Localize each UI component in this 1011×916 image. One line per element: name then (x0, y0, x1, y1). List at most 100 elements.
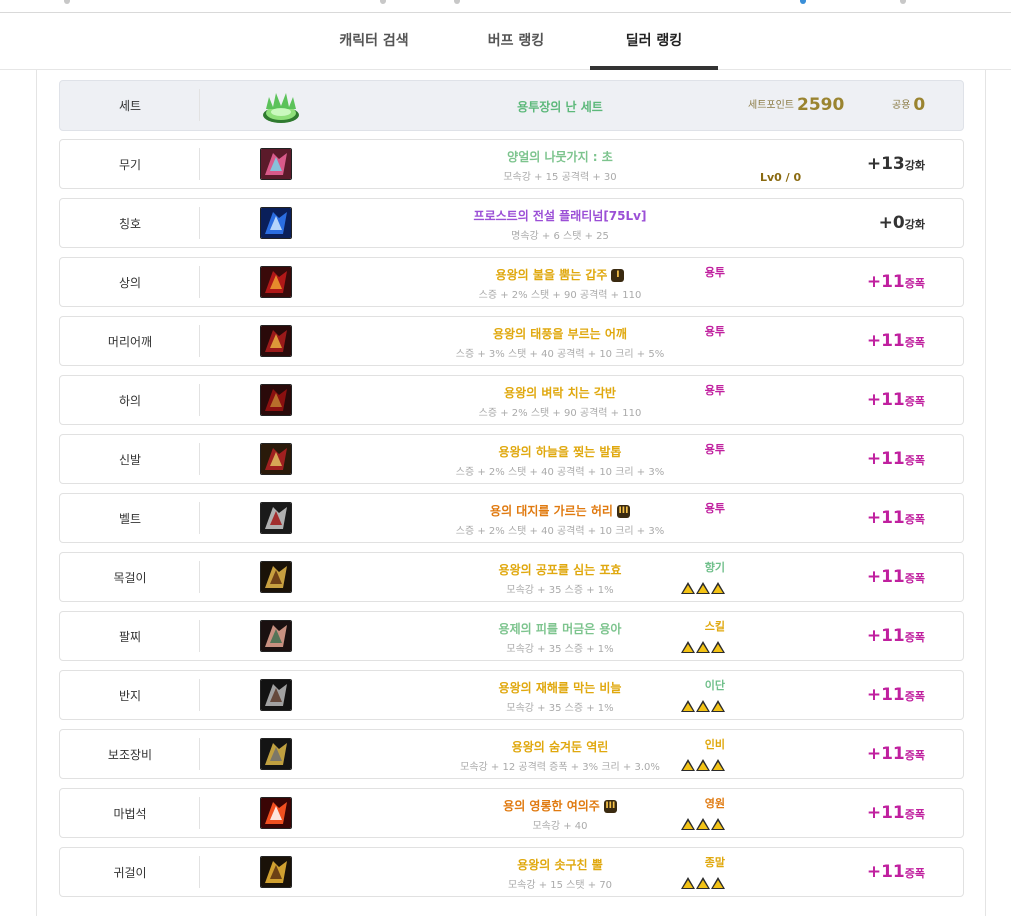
ring-icon[interactable] (260, 679, 292, 711)
item-name-text: 용의 영롱한 여의주 (503, 799, 600, 813)
item-stats: 모속강 + 15 스탯 + 70 (507, 880, 613, 891)
item-name[interactable]: 용의 영롱한 여의주 III (300, 797, 820, 814)
weapon-icon[interactable] (260, 148, 292, 180)
rarity-badge: I (611, 269, 625, 282)
bottom-armor-icon[interactable] (260, 384, 292, 416)
reinforce-level: +11증폭 (867, 331, 925, 351)
item-tag: 용투 (704, 266, 725, 279)
item-name-text: 용왕의 벼락 치는 각반 (504, 386, 616, 400)
reinforce-level: +13강화 (867, 154, 925, 174)
item-name-text: 용왕의 불을 뿜는 갑주 (495, 268, 608, 282)
divider (199, 620, 200, 652)
equipment-row[interactable]: 머리어깨 용왕의 태풍을 부르는 어깨 스증 + 3% 스탯 + 40 공격력 … (59, 316, 964, 366)
item-name[interactable]: 용왕의 벼락 치는 각반 (300, 384, 820, 401)
divider (199, 207, 200, 239)
bracelet-icon[interactable] (260, 620, 292, 652)
reinforce-level: +11증폭 (867, 744, 925, 764)
shoulder-armor-icon[interactable] (260, 325, 292, 357)
reinforce-value: +0 (878, 213, 905, 233)
warning-triangles-icon (681, 759, 725, 771)
weapon-level: Lv0 / 0 (760, 171, 802, 184)
equipment-row[interactable]: 마법석 용의 영롱한 여의주 III 모속강 + 40 영원 +11증폭 (59, 788, 964, 838)
reinforce-level: +11증폭 (867, 390, 925, 410)
common-point: 공용 0 (892, 95, 925, 115)
slot-label: 마법석 (113, 806, 147, 821)
slot-label: 신발 (118, 452, 142, 467)
item-name[interactable]: 용왕의 태풍을 부르는 어깨 (300, 325, 820, 342)
equipment-row[interactable]: 칭호 프로스트의 전설 플래티넘[75Lv] 명속강 + 6 스탯 + 25 +… (59, 198, 964, 248)
slot-label: 귀걸이 (113, 865, 147, 880)
divider (199, 738, 200, 770)
tab-character-search[interactable]: 캐릭터 검색 (318, 13, 430, 69)
item-name[interactable]: 프로스트의 전설 플래티넘[75Lv] (300, 207, 820, 224)
equipment-row[interactable]: 팔찌 용제의 피를 머금은 용아 모속강 + 35 스증 + 1% 스킬 +11… (59, 611, 964, 661)
reinforce-level: +11증폭 (867, 862, 925, 882)
reinforce-level: +11증폭 (867, 272, 925, 292)
shoes-icon[interactable] (260, 443, 292, 475)
reinforce-type: 강화 (904, 159, 925, 172)
tab-label: 캐릭터 검색 (339, 33, 409, 49)
header-fragment (380, 0, 386, 4)
item-stats: 모속강 + 35 스증 + 1% (506, 644, 614, 655)
reinforce-level: +11증폭 (867, 626, 925, 646)
top-armor-icon[interactable] (260, 266, 292, 298)
reinforce-value: +11 (866, 862, 905, 882)
magic-stone-icon[interactable] (260, 797, 292, 829)
tab-dealer-ranking[interactable]: 딜러 랭킹 (590, 13, 718, 70)
item-name[interactable]: 양얼의 나뭇가지 : 초 (300, 148, 820, 165)
reinforce-type: 증폭 (904, 808, 925, 821)
reinforce-value: +11 (866, 803, 905, 823)
item-name[interactable]: 용왕의 숨겨둔 역린 (300, 738, 820, 755)
equipment-row[interactable]: 무기 양얼의 나뭇가지 : 초 모속강 + 15 공격력 + 30 Lv0 / … (59, 139, 964, 189)
warning-triangles-icon (681, 700, 725, 712)
item-stats: 명속강 + 6 스탯 + 25 (511, 231, 609, 242)
belt-icon[interactable] (260, 502, 292, 534)
reinforce-value: +11 (866, 449, 905, 469)
item-stats: 모속강 + 12 공격력 증폭 + 3% 크리 + 3.0% (460, 762, 660, 773)
reinforce-level: +11증폭 (867, 685, 925, 705)
equipment-row[interactable]: 신발 용왕의 하늘을 찢는 발톱 스증 + 2% 스탯 + 40 공격력 + 1… (59, 434, 964, 484)
item-name[interactable]: 용왕의 하늘을 찢는 발톱 (300, 443, 820, 460)
equipment-row[interactable]: 보조장비 용왕의 숨겨둔 역린 모속강 + 12 공격력 증폭 + 3% 크리 … (59, 729, 964, 779)
set-name: 용투장의 난 세트 (517, 100, 603, 114)
item-stats: 스증 + 2% 스탯 + 90 공격력 + 110 (478, 290, 642, 301)
necklace-icon[interactable] (260, 561, 292, 593)
reinforce-type: 증폭 (904, 749, 925, 762)
earring-icon[interactable] (260, 856, 292, 888)
divider (199, 325, 200, 357)
item-stats: 모속강 + 15 공격력 + 30 (503, 172, 617, 183)
item-tag: 용투 (704, 443, 725, 456)
equipment-row[interactable]: 목걸이 용왕의 공포를 심는 포효 모속강 + 35 스증 + 1% 향기 +1… (59, 552, 964, 602)
item-name[interactable]: 용왕의 불을 뿜는 갑주 I (300, 266, 820, 283)
title-icon[interactable] (260, 207, 292, 239)
reinforce-value: +11 (866, 331, 905, 351)
item-stats: 모속강 + 35 스증 + 1% (506, 585, 614, 596)
item-name[interactable]: 용왕의 솟구친 뿔 (300, 856, 820, 873)
header-fragment (800, 0, 806, 4)
item-name[interactable]: 용왕의 공포를 심는 포효 (300, 561, 820, 578)
item-tag: 인비 (704, 738, 725, 751)
tab-label: 딜러 랭킹 (625, 33, 683, 49)
divider (199, 384, 200, 416)
set-row[interactable]: 세트 용투장의 난 세트 세트포인트 2590 공용 0 (59, 80, 964, 131)
equipment-row[interactable]: 귀걸이 용왕의 솟구친 뿔 모속강 + 15 스탯 + 70 종말 +11증폭 (59, 847, 964, 897)
equipment-row[interactable]: 하의 용왕의 벼락 치는 각반 스증 + 2% 스탯 + 90 공격력 + 11… (59, 375, 964, 425)
set-emblem-icon (263, 93, 299, 123)
set-point-label: 세트포인트 (748, 100, 794, 111)
equipment-row[interactable]: 벨트 용의 대지를 가르는 허리 III 스증 + 2% 스탯 + 40 공격력 … (59, 493, 964, 543)
item-name[interactable]: 용제의 피를 머금은 용아 (300, 620, 820, 637)
equipment-row[interactable]: 반지 용왕의 재해를 막는 비늘 모속강 + 35 스증 + 1% 이단 +11… (59, 670, 964, 720)
item-stats: 스증 + 2% 스탯 + 40 공격력 + 10 크리 + 3% (455, 467, 665, 478)
item-name[interactable]: 용의 대지를 가르는 허리 III (300, 502, 820, 519)
tab-buff-ranking[interactable]: 버프 랭킹 (460, 13, 572, 69)
equipment-row[interactable]: 상의 용왕의 불을 뿜는 갑주 I 스증 + 2% 스탯 + 90 공격력 + 1… (59, 257, 964, 307)
reinforce-level: +0강화 (879, 213, 925, 233)
slot-label: 목걸이 (113, 570, 147, 585)
sub-equipment-icon[interactable] (260, 738, 292, 770)
item-tag: 용투 (704, 384, 725, 397)
divider (199, 266, 200, 298)
common-value: 0 (913, 95, 926, 115)
divider (199, 502, 200, 534)
item-name[interactable]: 용왕의 재해를 막는 비늘 (300, 679, 820, 696)
item-stats: 모속강 + 40 (532, 821, 588, 832)
